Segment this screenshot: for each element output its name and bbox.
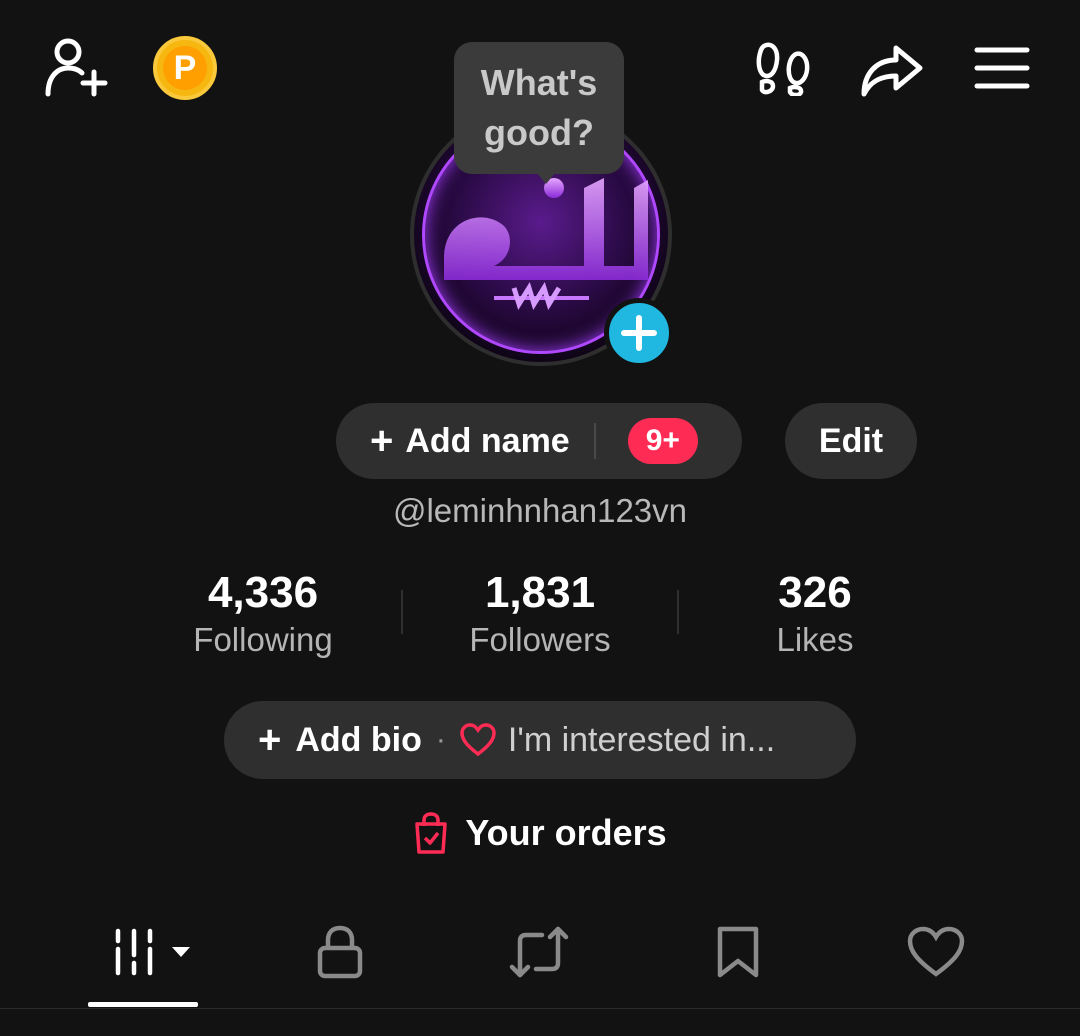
separator-dot: · [435,723,446,756]
tab-liked[interactable] [906,922,966,982]
stat-divider [677,590,679,634]
username-handle: @leminhnhan123vn [392,492,688,529]
footprints-icon[interactable] [756,40,810,96]
stat-following[interactable]: 4,336 Following [143,566,383,660]
add-avatar-button[interactable] [604,298,674,368]
repost-icon [509,926,569,978]
interests-text: I'm interested in... [507,720,776,759]
menu-icon[interactable] [974,46,1030,90]
add-friend-icon[interactable] [44,36,110,100]
following-count: 4,336 [207,568,319,617]
stat-followers[interactable]: 1,831 Followers [420,566,660,660]
coin-icon[interactable]: P [153,36,217,100]
stat-likes[interactable]: 326 Likes [695,566,935,660]
your-orders-link[interactable]: Your orders [0,812,1080,854]
bookmark-icon [717,926,759,978]
content-area [0,1009,1080,1036]
stat-divider [401,590,403,634]
following-label: Following [193,621,333,658]
coin-letter: P [163,46,207,90]
shopping-bag-icon [415,812,448,854]
videos-grid-icon [115,928,190,976]
share-icon[interactable] [860,44,924,98]
active-tab-indicator [88,1002,198,1007]
tab-videos[interactable] [110,922,194,982]
tooltip-tail [536,172,556,184]
plus-icon [621,315,657,351]
followers-label: Followers [469,621,611,658]
followers-count: 1,831 [484,568,596,617]
heart-icon [460,723,496,757]
tab-private[interactable] [312,922,368,982]
add-bio-button[interactable]: + Add bio · I'm interested in... [224,701,856,779]
plus-icon: + [258,718,282,762]
your-orders-label: Your orders [465,812,667,853]
tab-saved[interactable] [714,922,762,982]
tooltip-line-2: good? [484,112,594,153]
notification-badge: 9+ [627,418,698,464]
add-bio-label: Add bio [295,720,422,759]
heart-icon [907,926,965,977]
edit-profile-button[interactable]: Edit [785,403,917,479]
lock-icon [317,925,363,979]
add-name-button[interactable]: + Add name 9+ [336,403,742,479]
likes-count: 326 [778,568,852,617]
add-name-label: Add name [405,421,570,460]
tooltip: What's good? [454,42,624,174]
likes-label: Likes [776,621,854,658]
divider [593,423,596,459]
tab-reposts[interactable] [508,922,570,982]
tooltip-line-1: What's [480,62,598,103]
plus-icon: + [370,419,394,463]
